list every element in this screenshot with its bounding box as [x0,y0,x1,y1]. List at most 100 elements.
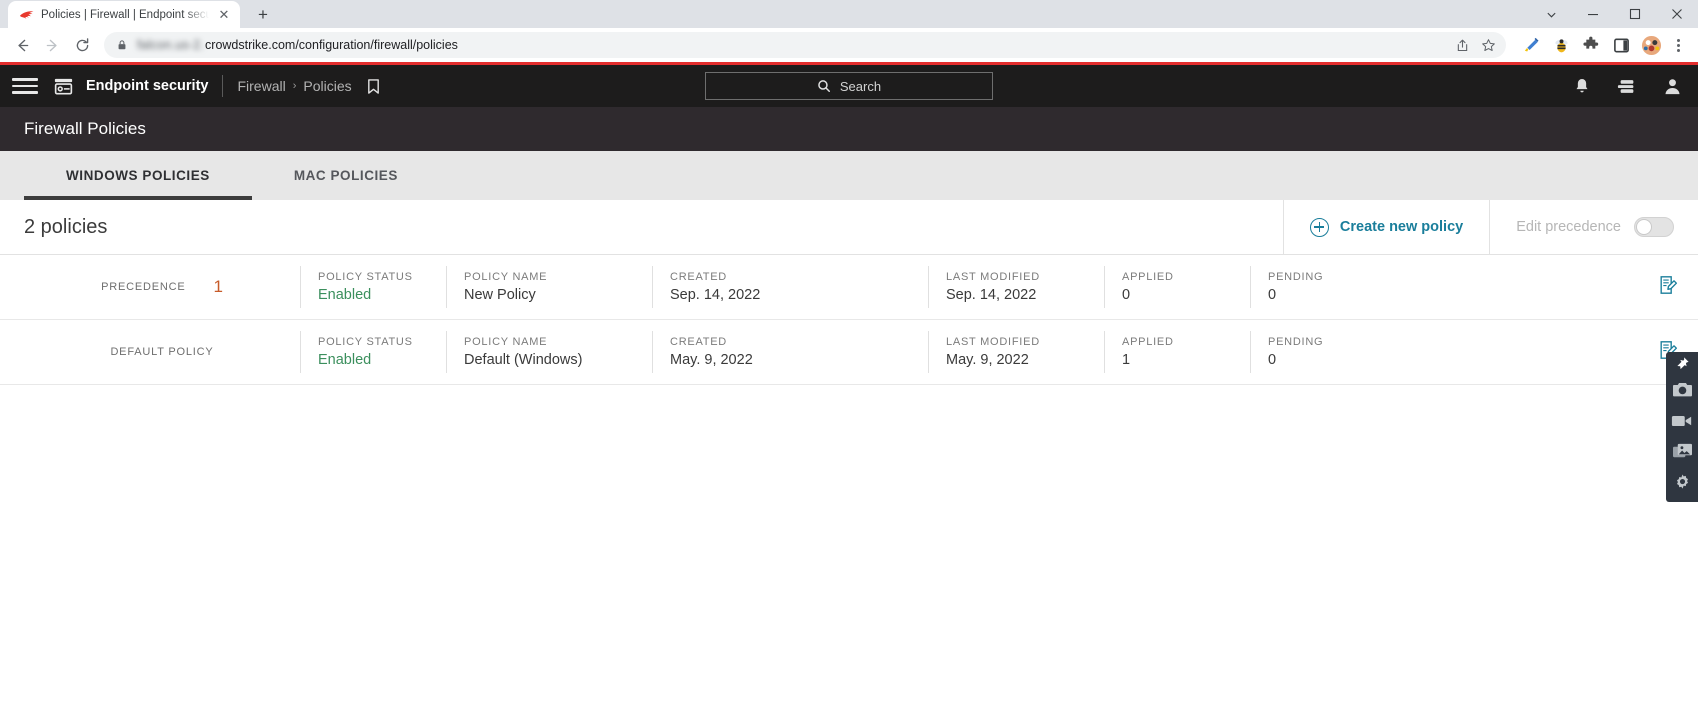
settings-gear-icon[interactable] [1666,467,1698,498]
back-button[interactable] [8,31,36,59]
profile-avatar-icon[interactable] [1640,34,1662,56]
image-gallery-icon[interactable] [1666,436,1698,467]
hamburger-menu-icon[interactable] [12,73,38,99]
precedence-value: 1 [213,277,223,296]
share-icon[interactable] [1452,35,1472,55]
video-record-icon[interactable] [1666,405,1698,436]
tab-mac-policies[interactable]: MAC POLICIES [252,151,440,200]
row-actions [1420,255,1698,319]
last-modified-cell: LAST MODIFIED Sep. 14, 2022 [928,255,1104,319]
default-policy-cell: DEFAULT POLICY [0,320,300,384]
policy-name-cell: POLICY NAME New Policy [446,255,652,319]
policy-name-value[interactable]: New Policy [464,287,652,303]
product-name: Endpoint security [86,78,209,94]
policy-count: 2 policies [24,215,108,238]
browser-menu-icon[interactable] [1666,33,1690,57]
bee-extension-icon[interactable] [1550,34,1572,56]
circle-plus-icon [1309,217,1329,237]
url-blurred-subdomain: falcon.us-2. [137,38,205,52]
create-new-policy-button[interactable]: Create new policy [1284,200,1489,255]
pending-label: PENDING [1268,271,1324,283]
policy-status-value: Enabled [318,287,372,303]
last-modified-cell: LAST MODIFIED May. 9, 2022 [928,320,1104,384]
nav-divider [222,75,224,97]
policy-name-label: POLICY NAME [464,336,548,348]
table-row[interactable]: PRECEDENCE 1 POLICY STATUS Enabled POLIC… [0,255,1698,320]
star-icon[interactable] [1478,35,1498,55]
search-placeholder: Search [839,78,882,94]
endpoint-security-icon [52,75,75,98]
precedence-label: PRECEDENCE [101,281,186,293]
row-actions [1420,320,1698,384]
close-icon[interactable]: ✕ [216,7,232,23]
close-window-button[interactable] [1656,0,1698,28]
applied-cell: APPLIED 0 [1104,255,1250,319]
chevron-right-icon: › [292,80,297,92]
table-row[interactable]: DEFAULT POLICY POLICY STATUS Enabled POL… [0,320,1698,385]
window-controls [1530,0,1698,28]
page-title: Firewall Policies [24,119,146,138]
last-modified-value: May. 9, 2022 [946,352,1029,368]
reload-button[interactable] [68,31,96,59]
created-label: CREATED [670,336,727,348]
tab-windows-policies-label: WINDOWS POLICIES [66,168,210,183]
page-title-bar: Firewall Policies [0,107,1698,151]
breadcrumb-parent[interactable]: Firewall [237,78,285,94]
browser-tab-strip: Policies | Firewall | Endpoint secu ✕ + [0,0,1698,28]
edit-precedence-label: Edit precedence [1516,219,1621,235]
app-navbar: Endpoint security Firewall › Policies Se… [0,65,1698,107]
created-cell: CREATED Sep. 14, 2022 [652,255,928,319]
tab-windows-policies[interactable]: WINDOWS POLICIES [24,151,252,200]
notifications-bell-icon[interactable] [1573,77,1591,96]
pending-label: PENDING [1268,336,1324,348]
breadcrumb-current: Policies [303,78,352,94]
applied-label: APPLIED [1122,336,1174,348]
applied-value: 0 [1122,287,1131,303]
breadcrumb: Firewall › Policies [237,78,351,94]
created-value: Sep. 14, 2022 [670,287,761,303]
policy-status-value: Enabled [318,352,372,368]
last-modified-label: LAST MODIFIED [946,271,1040,283]
puzzle-extensions-icon[interactable] [1580,34,1602,56]
camera-capture-icon[interactable] [1666,374,1698,405]
pending-value: 0 [1268,287,1277,303]
search-icon [818,80,830,92]
bookmark-icon[interactable] [366,78,381,95]
edit-precedence-toggle[interactable] [1634,217,1674,237]
support-stack-icon[interactable] [1617,78,1637,95]
url-text: falcon.us-2. crowdstrike.com/configuratio… [137,38,1496,52]
policy-name-cell: POLICY NAME Default (Windows) [446,320,652,384]
created-cell: CREATED May. 9, 2022 [652,320,928,384]
applied-cell: APPLIED 1 [1104,320,1250,384]
user-account-icon[interactable] [1663,77,1682,96]
pin-icon[interactable] [1666,354,1698,374]
create-new-policy-label: Create new policy [1339,219,1464,235]
policy-status-cell: POLICY STATUS Enabled [300,255,446,319]
omnibox-actions [1452,32,1498,58]
paintbrush-extension-icon[interactable] [1520,34,1542,56]
created-label: CREATED [670,271,727,283]
created-value: May. 9, 2022 [670,352,753,368]
url-domain-path: crowdstrike.com/configuration/firewall/p… [205,38,458,52]
browser-tab[interactable]: Policies | Firewall | Endpoint secu ✕ [8,1,240,28]
policy-name-value[interactable]: Default (Windows) [464,352,652,368]
pending-cell: PENDING 0 [1250,255,1420,319]
search-input[interactable]: Search [705,72,993,100]
tab-search-icon[interactable] [1530,0,1572,28]
forward-button[interactable] [38,31,66,59]
maximize-window-button[interactable] [1614,0,1656,28]
address-bar[interactable]: falcon.us-2. crowdstrike.com/configuratio… [104,32,1506,58]
precedence-cell: PRECEDENCE 1 [0,255,300,319]
tab-mac-policies-label: MAC POLICIES [293,168,398,183]
edit-policy-icon[interactable] [1658,275,1678,300]
lock-icon [116,39,128,51]
edit-precedence-control[interactable]: Edit precedence [1490,200,1698,255]
new-tab-button[interactable]: + [250,1,276,27]
sidepanel-icon[interactable] [1610,34,1632,56]
default-policy-label: DEFAULT POLICY [110,346,214,358]
minimize-window-button[interactable] [1572,0,1614,28]
policy-status-label: POLICY STATUS [318,336,413,348]
page-tabs: WINDOWS POLICIES MAC POLICIES [0,151,1698,200]
last-modified-value: Sep. 14, 2022 [946,287,1037,303]
pending-value: 0 [1268,352,1277,368]
